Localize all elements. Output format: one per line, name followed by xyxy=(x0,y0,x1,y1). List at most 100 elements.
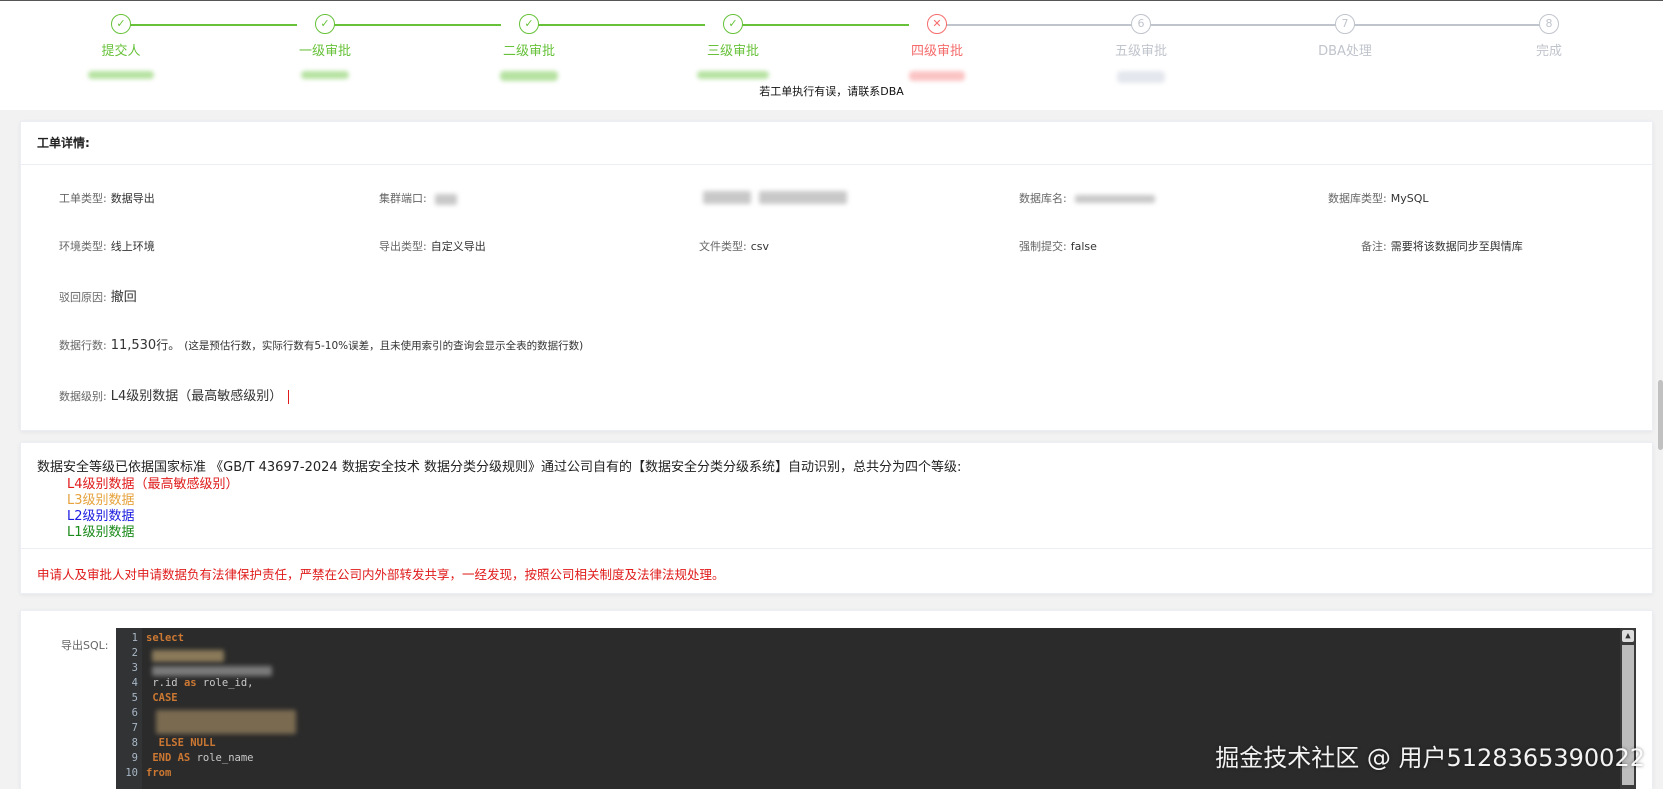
step-number: 7 xyxy=(1335,14,1355,34)
sql-label: 导出SQL: xyxy=(61,639,109,652)
step-submitter: ✓ 提交人 xyxy=(41,14,201,79)
field-row-count: 数据行数: 11,530行。 (这是预估行数，实际行数有5-10%误差，且未使用索引… xyxy=(59,336,583,353)
check-icon: ✓ xyxy=(111,14,131,34)
step-number: 6 xyxy=(1131,14,1151,34)
line-number: 9 xyxy=(131,752,138,764)
redacted-code xyxy=(152,650,224,662)
field-label: 文件类型: xyxy=(699,240,747,253)
sql-token: role_name xyxy=(190,752,254,764)
field-value: 需要将该数据同步至舆情库 xyxy=(1390,240,1523,253)
field-label: 数据级别: xyxy=(59,390,107,403)
line-number: 6 xyxy=(131,707,138,719)
code-text: CASE xyxy=(146,690,178,706)
step-level2: ✓ 二级审批 xyxy=(449,14,609,81)
redacted-code xyxy=(152,666,272,676)
field-value: false xyxy=(1070,240,1097,253)
code-text: END AS role_name xyxy=(146,750,253,766)
line-number: 4 xyxy=(131,677,138,689)
sql-keyword: CASE xyxy=(146,692,178,704)
field-value: 数据导出 xyxy=(110,192,155,205)
data-level-value: L4级别数据（最高敏感级别） xyxy=(110,389,283,404)
redacted-code xyxy=(156,710,296,734)
field-label: 备注: xyxy=(1361,240,1387,253)
line-number: 3 xyxy=(131,662,138,674)
line-number: 8 xyxy=(131,737,138,749)
step-title: DBA处理 xyxy=(1318,44,1372,59)
step-description-redacted xyxy=(1117,71,1165,83)
code-text: ELSE NULL xyxy=(146,735,216,751)
field-file-type: 文件类型: csv xyxy=(699,238,769,254)
chevron-up-icon[interactable]: ▲ xyxy=(1622,630,1634,642)
card-title: 工单详情: xyxy=(21,122,1652,165)
field-value: MySQL xyxy=(1390,192,1429,205)
sql-keyword: ELSE NULL xyxy=(146,737,216,749)
step-description-redacted xyxy=(88,71,154,79)
step-description-redacted xyxy=(301,71,349,79)
code-line: 4 r.id as role_id, xyxy=(116,675,1636,691)
field-value: 自定义导出 xyxy=(430,240,486,253)
field-label: 集群端口: xyxy=(379,192,427,205)
order-detail-card: 工单详情: 工单类型: 数据导出 集群端口: 数据库名: 数据库类型: MySQL … xyxy=(20,121,1653,431)
field-export-type: 导出类型: 自定义导出 xyxy=(379,238,486,254)
redacted-value xyxy=(1074,195,1155,203)
field-force-submit: 强制提交: false xyxy=(1019,238,1097,254)
step-level3: ✓ 三级审批 xyxy=(653,14,813,79)
step-title: 五级审批 xyxy=(1114,44,1167,59)
code-text: r.id as role_id, xyxy=(146,675,254,691)
sql-token: r.id xyxy=(146,677,184,689)
code-line: 7 xyxy=(116,720,1636,736)
sql-keyword: from xyxy=(146,767,172,779)
step-description-redacted xyxy=(500,71,558,81)
security-level-card: 数据安全等级已依据国家标准 《GB/T 43697-2024 数据安全技术 数据… xyxy=(20,442,1653,594)
redacted-value xyxy=(759,190,847,204)
watermark-text: 掘金技术社区 @ 用户5128365390022 xyxy=(1215,744,1645,772)
line-number: 7 xyxy=(131,722,138,734)
step-title: 完成 xyxy=(1535,44,1562,59)
step-dba: 7 DBA处理 xyxy=(1265,14,1425,59)
sql-token: role_id, xyxy=(196,677,254,689)
line-number: 1 xyxy=(131,632,138,644)
field-label: 导出类型: xyxy=(379,240,427,253)
field-env-type: 环境类型: 线上环境 xyxy=(59,238,155,254)
field-reject-reason: 驳回原因: 撤回 xyxy=(59,286,137,305)
redacted-value xyxy=(703,190,751,204)
sql-keyword: as xyxy=(183,677,197,689)
sql-keyword: select xyxy=(146,632,184,644)
text-cursor xyxy=(288,390,290,404)
check-icon: ✓ xyxy=(519,14,539,34)
code-line: 3 xyxy=(116,660,1636,676)
sql-keyword: END AS xyxy=(146,752,191,764)
field-label: 强制提交: xyxy=(1019,240,1067,253)
step-title: 一级审批 xyxy=(298,44,351,59)
field-db-type: 数据库类型: MySQL xyxy=(1328,190,1429,206)
field-order-type: 工单类型: 数据导出 xyxy=(59,190,155,206)
field-label: 驳回原因: xyxy=(59,291,107,304)
dba-notice: 若工单执行有误，请联系DBA xyxy=(759,85,904,98)
line-number: 5 xyxy=(131,692,138,704)
field-label: 数据库名: xyxy=(1019,192,1067,205)
step-description-redacted xyxy=(909,71,965,81)
legal-warning: 申请人及审批人对申请数据负有法律保护责任，严禁在公司内外部转发共享，一经发现，按… xyxy=(37,567,725,582)
field-label: 数据库类型: xyxy=(1328,192,1387,205)
close-icon: ✕ xyxy=(927,14,947,34)
check-icon: ✓ xyxy=(315,14,335,34)
step-finish: 8 完成 xyxy=(1469,14,1629,59)
code-line: 6 xyxy=(116,705,1636,721)
field-redacted xyxy=(703,190,847,204)
line-number: 2 xyxy=(131,647,138,659)
field-db-name: 数据库名: xyxy=(1019,190,1155,206)
redacted-value xyxy=(434,193,457,205)
approval-steps: ✓ 提交人 ✓ 一级审批 ✓ 二级审批 ✓ 三级审批 ✕ 四级审批 6 五级审批… xyxy=(0,0,1663,110)
page-scrollbar[interactable] xyxy=(1658,380,1663,450)
step-level5: 6 五级审批 xyxy=(1061,14,1221,83)
step-title: 四级审批 xyxy=(910,44,963,59)
reject-reason-value: 撤回 xyxy=(110,290,137,305)
field-value: csv xyxy=(750,240,770,253)
code-text: from xyxy=(146,765,171,781)
field-label: 数据行数: xyxy=(59,339,107,352)
field-cluster-port: 集群端口: xyxy=(379,190,457,206)
line-number: 10 xyxy=(125,767,138,779)
field-label: 工单类型: xyxy=(59,192,107,205)
step-level1: ✓ 一级审批 xyxy=(245,14,405,79)
field-value: 线上环境 xyxy=(110,240,155,253)
